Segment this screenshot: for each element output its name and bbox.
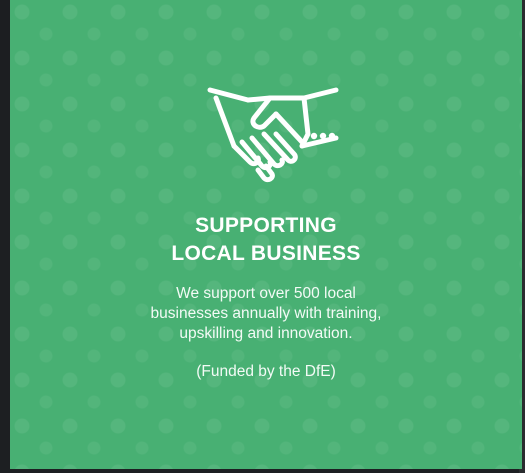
card-description: We support over 500 local businesses ann… [10, 284, 522, 344]
handshake-icon [206, 84, 340, 188]
card-description-line-2: businesses annually with training, [150, 305, 382, 322]
funding-note: (Funded by the DfE) [196, 363, 336, 380]
supporting-local-business-card: SUPPORTING LOCAL BUSINESS We support ove… [10, 0, 522, 469]
card-description-line-3: upskilling and innovation. [179, 325, 353, 342]
card-title-line-2: LOCAL BUSINESS [171, 242, 361, 265]
card-title: SUPPORTING LOCAL BUSINESS [10, 212, 522, 268]
card-title-line-1: SUPPORTING [195, 214, 337, 237]
card-description-line-1: We support over 500 local [176, 285, 356, 302]
